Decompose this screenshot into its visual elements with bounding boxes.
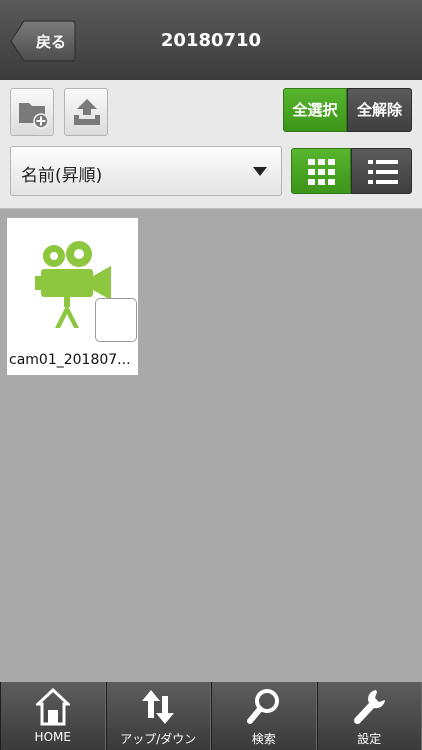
list-icon: [368, 160, 398, 184]
nav-home-label: HOME: [34, 730, 71, 744]
deselect-all-button[interactable]: 全解除: [347, 88, 412, 132]
nav-home[interactable]: HOME: [0, 682, 106, 750]
search-icon: [246, 689, 279, 724]
bottom-nav: HOME アップ/ダウン 検索 設定: [0, 682, 422, 750]
app-header: 戻る 20180710: [0, 0, 422, 81]
toolbar: 全選択 全解除 名前(昇順): [0, 80, 422, 209]
sort-dropdown[interactable]: 名前(昇順): [10, 146, 282, 196]
wrench-icon: [354, 690, 386, 725]
upload-tray-icon: [74, 99, 100, 125]
dropdown-triangle-icon: [253, 167, 267, 176]
nav-search-label: 検索: [251, 732, 276, 746]
grid-view-button[interactable]: [291, 148, 351, 194]
new-folder-button[interactable]: [10, 88, 54, 136]
file-tile[interactable]: cam01_201807...: [7, 218, 138, 375]
nav-up-down-label: アップ/ダウン: [120, 732, 197, 746]
home-icon: [35, 688, 70, 726]
up-down-arrows-icon: [142, 690, 175, 724]
grid-icon: [308, 159, 335, 185]
sort-selected-value: 名前(昇順): [21, 166, 103, 186]
folder-plus-icon: [19, 103, 49, 129]
page-title: 20180710: [160, 30, 262, 51]
file-checkbox[interactable]: [95, 298, 137, 342]
nav-settings[interactable]: 設定: [316, 682, 422, 750]
upload-button[interactable]: [64, 88, 108, 136]
nav-settings-label: 設定: [357, 732, 382, 746]
list-view-button[interactable]: [351, 148, 412, 194]
file-name: cam01_201807...: [9, 352, 131, 368]
nav-up-down[interactable]: アップ/ダウン: [105, 682, 211, 750]
select-all-button[interactable]: 全選択: [283, 88, 347, 132]
nav-search[interactable]: 検索: [211, 682, 317, 750]
